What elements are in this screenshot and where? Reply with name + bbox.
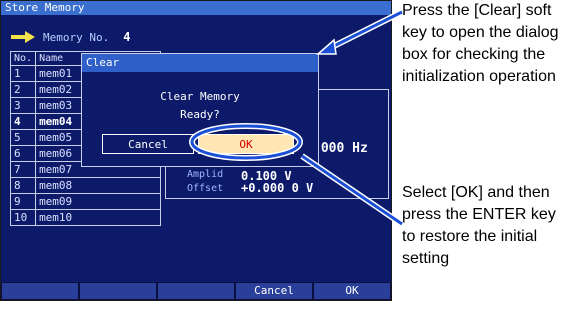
ok-highlight-ellipse-inner [190,124,302,160]
callout-arrow-2-core [301,154,403,226]
callout-note-clear: Press the [Clear] soft key to open the d… [402,2,559,85]
callout-arrowhead-1 [316,38,337,55]
callout-arrow-1-core [325,10,403,52]
callout-note-ok: Select [OK] and then press the ENTER key… [402,184,556,267]
